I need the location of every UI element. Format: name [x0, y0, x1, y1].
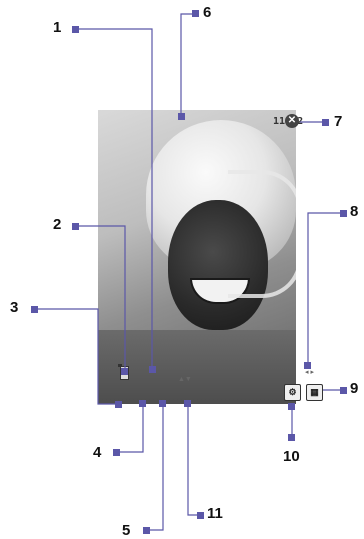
callout-2: 2: [53, 216, 62, 233]
callout-7: 7: [334, 113, 343, 130]
callout-4: 4: [93, 444, 102, 461]
callout-1: 1: [53, 19, 62, 36]
callout-10: 10: [283, 448, 300, 465]
leader-lines: [31, 10, 347, 534]
diagram-canvas: 11:02 ✕ ▲▼ ◂ ▸ ⚙ ▦: [0, 0, 364, 539]
callout-6: 6: [203, 4, 212, 21]
callout-9: 9: [350, 380, 359, 397]
callout-5: 5: [122, 522, 131, 539]
callout-8: 8: [350, 203, 359, 220]
callout-11: 11: [207, 505, 223, 522]
callout-3: 3: [10, 299, 19, 316]
